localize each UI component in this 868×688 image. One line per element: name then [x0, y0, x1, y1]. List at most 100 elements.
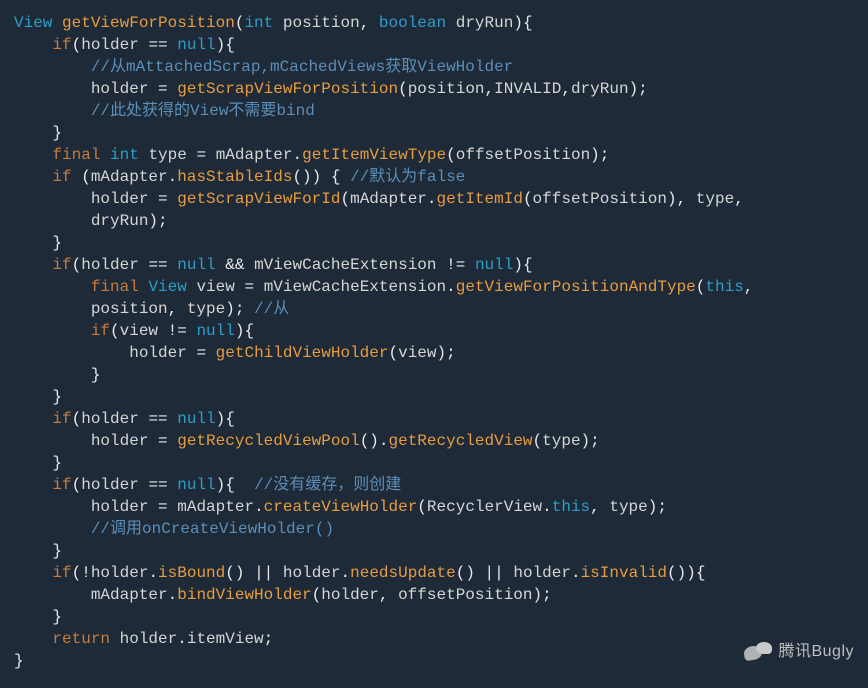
- code-token: (: [72, 476, 82, 494]
- code-token: holder: [91, 432, 149, 450]
- code-token: .: [177, 630, 187, 648]
- code-token: holder: [91, 80, 149, 98]
- code-token: dryRun: [91, 212, 149, 230]
- code-line: if(holder == null){ //没有缓存，则创建: [14, 474, 854, 496]
- code-token: getRecycledView: [389, 432, 533, 450]
- code-token: =: [196, 146, 206, 164]
- code-token: position: [408, 80, 485, 98]
- code-token: [216, 256, 226, 274]
- code-token: [14, 256, 52, 274]
- code-token: [139, 278, 149, 296]
- code-token: [14, 564, 52, 582]
- code-token: .: [571, 564, 581, 582]
- code-token: getItemViewType: [302, 146, 446, 164]
- code-token: getScrapViewForId: [177, 190, 340, 208]
- code-token: }: [52, 608, 62, 626]
- code-token: null: [177, 410, 215, 428]
- code-token: if: [52, 168, 71, 186]
- code-token: {: [225, 410, 235, 428]
- code-token: view: [120, 322, 158, 340]
- code-token: (): [225, 564, 244, 582]
- code-token: [168, 498, 178, 516]
- code-token: boolean: [379, 14, 446, 32]
- code-token: holder: [129, 344, 187, 362]
- code-token: [14, 542, 52, 560]
- code-line: }: [14, 540, 854, 562]
- code-token: null: [177, 256, 215, 274]
- code-token: dryRun: [456, 14, 514, 32]
- code-token: [168, 80, 178, 98]
- code-token: return: [52, 630, 110, 648]
- code-line: }: [14, 650, 854, 672]
- code-token: (: [72, 410, 82, 428]
- code-line: holder = mAdapter.createViewHolder(Recyc…: [14, 496, 854, 518]
- code-token: ): [216, 36, 226, 54]
- code-line: }: [14, 386, 854, 408]
- code-token: ;: [158, 212, 168, 230]
- code-line: dryRun);: [14, 210, 854, 232]
- code-token: .: [341, 564, 351, 582]
- code-token: getRecycledViewPool: [177, 432, 359, 450]
- code-token: (: [533, 432, 543, 450]
- code-token: offsetPosition: [456, 146, 590, 164]
- code-token: [14, 168, 52, 186]
- code-token: dryRun: [571, 80, 629, 98]
- code-token: }: [52, 454, 62, 472]
- code-token: holder: [120, 630, 178, 648]
- code-token: [168, 476, 178, 494]
- code-token: .: [542, 498, 552, 516]
- code-token: (: [72, 36, 82, 54]
- code-token: bindViewHolder: [177, 586, 311, 604]
- code-token: &&: [225, 256, 244, 274]
- code-token: [168, 36, 178, 54]
- code-token: (: [388, 344, 398, 362]
- code-token: ,: [379, 586, 398, 604]
- code-token: (: [110, 322, 120, 340]
- code-token: [168, 432, 178, 450]
- code-token: }: [52, 234, 62, 252]
- code-token: [254, 278, 264, 296]
- code-token: itemView: [187, 630, 264, 648]
- code-token: null: [475, 256, 513, 274]
- code-token: ;: [638, 80, 648, 98]
- code-token: [244, 256, 254, 274]
- code-token: [14, 432, 91, 450]
- code-token: holder: [91, 498, 149, 516]
- code-token: mAdapter: [91, 586, 168, 604]
- code-line: if (mAdapter.hasStableIds()) { //默认为fals…: [14, 166, 854, 188]
- code-token: null: [177, 476, 215, 494]
- code-line: //此处获得的View不需要bind: [14, 100, 854, 122]
- code-token: ,: [734, 190, 753, 208]
- code-token: [14, 124, 52, 142]
- code-line: if(holder == null){: [14, 408, 854, 430]
- code-token: .: [148, 564, 158, 582]
- code-token: type: [148, 146, 186, 164]
- code-token: //此处获得的View不需要bind: [91, 102, 315, 120]
- code-token: [14, 586, 91, 604]
- code-line: }: [14, 364, 854, 386]
- code-token: ): [312, 168, 331, 186]
- code-block: View getViewForPosition(int position, bo…: [14, 12, 854, 672]
- code-token: [465, 256, 475, 274]
- code-token: }: [52, 388, 62, 406]
- code-token: ,: [677, 190, 696, 208]
- code-token: (: [72, 168, 91, 186]
- code-token: ;: [542, 586, 552, 604]
- code-token: {: [225, 36, 235, 54]
- code-token: ): [667, 190, 677, 208]
- code-token: [168, 256, 178, 274]
- code-token: [110, 630, 120, 648]
- code-token: ): [513, 14, 523, 32]
- code-token: holder: [283, 564, 341, 582]
- code-token: //从mAttachedScrap,mCachedViews获取ViewHold…: [91, 58, 513, 76]
- code-token: =: [244, 278, 254, 296]
- code-token: [14, 102, 91, 120]
- code-token: getViewForPositionAndType: [456, 278, 696, 296]
- code-token: getScrapViewForPosition: [177, 80, 398, 98]
- code-token: view: [196, 278, 234, 296]
- code-token: [139, 36, 149, 54]
- watermark: 腾讯Bugly: [744, 640, 854, 664]
- code-token: ==: [148, 256, 167, 274]
- code-token: =: [158, 80, 168, 98]
- code-token: (): [667, 564, 686, 582]
